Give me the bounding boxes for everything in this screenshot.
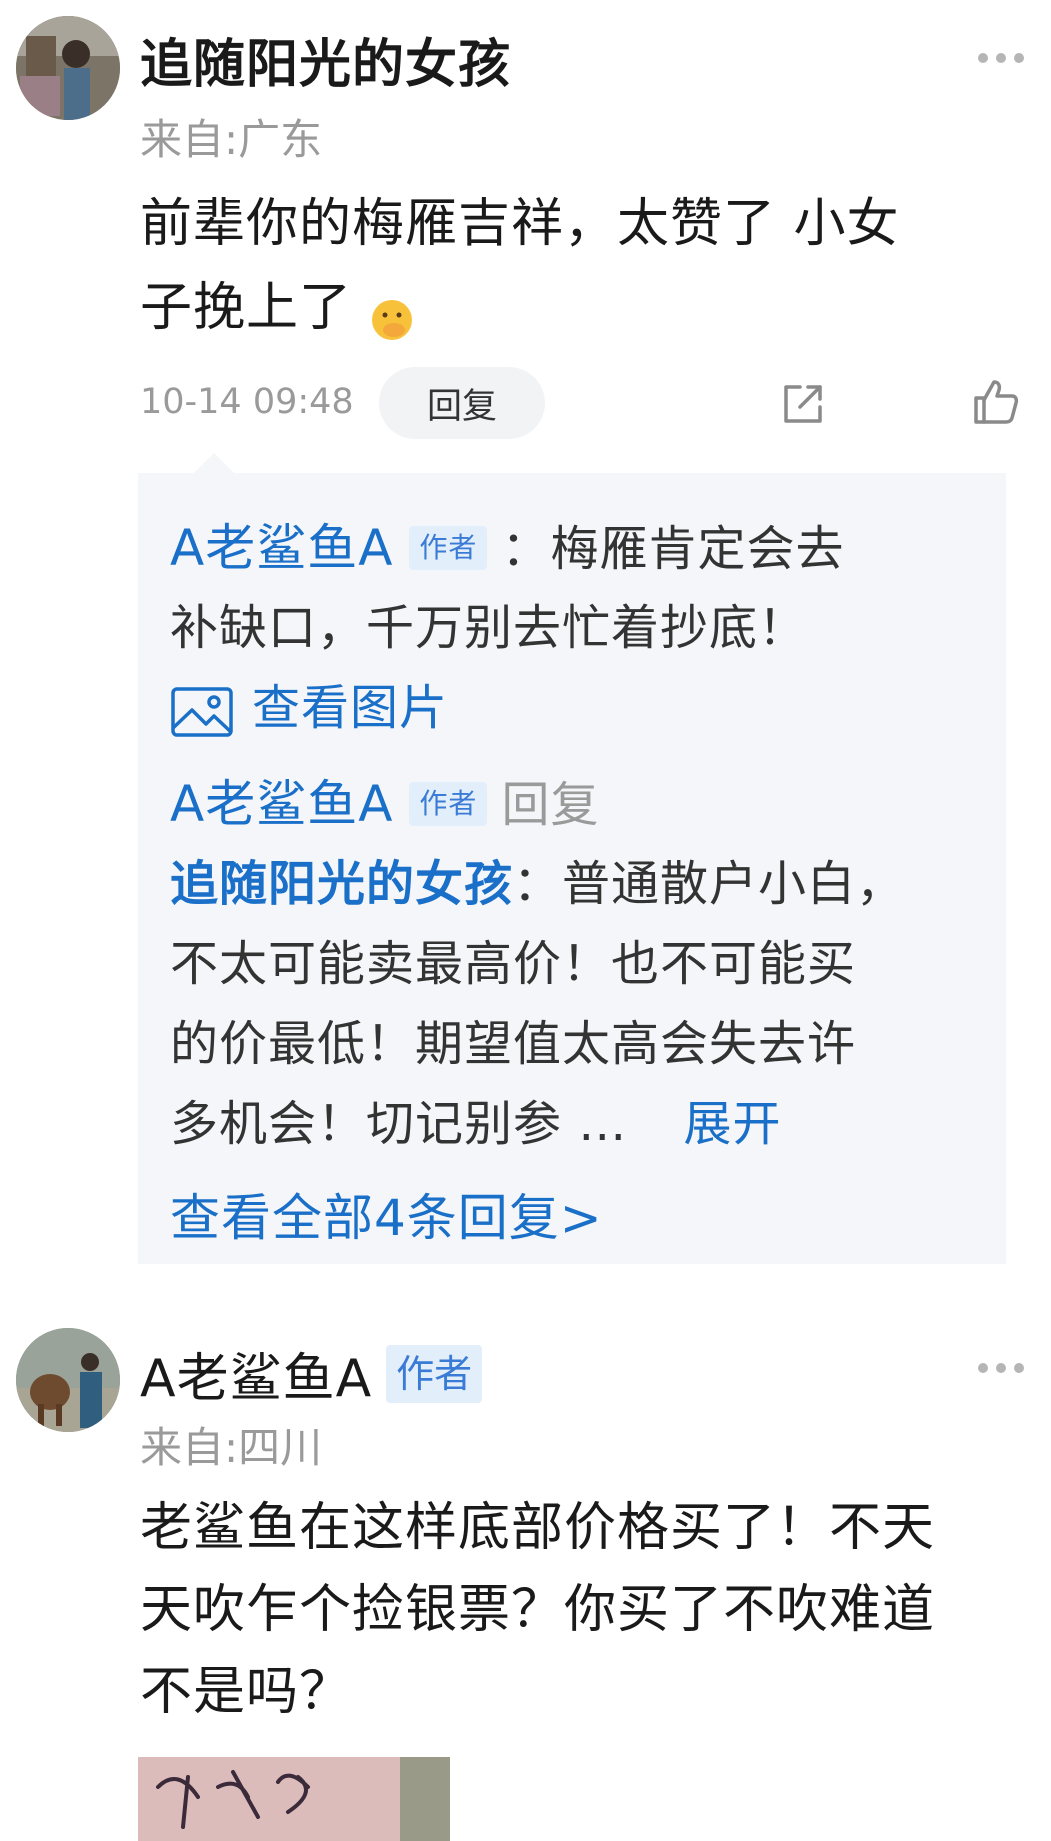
view-image-label: 查看图片	[252, 680, 449, 736]
reply-text-line: 追随阳光的女孩：普通散户小白，	[170, 844, 905, 924]
reply-author[interactable]: A老鲨鱼A	[170, 519, 393, 577]
like-icon[interactable]	[972, 378, 1020, 426]
reply-word: 回复	[501, 777, 600, 833]
timestamp: 10-14 09:48	[140, 382, 354, 422]
more-icon[interactable]	[978, 52, 1024, 64]
author-tag: 作者	[386, 1344, 483, 1403]
more-icon[interactable]	[978, 1362, 1024, 1374]
comment-text-line: 天吹乍个捡银票？你买了不吹难道	[140, 1580, 936, 1640]
comment-text-line: 前辈你的梅雁吉祥，太赞了 小女	[140, 194, 900, 254]
location-label: 来自:四川	[140, 1423, 323, 1472]
reply-text: ：梅雁肯定会去	[501, 521, 845, 577]
username-row: A老鲨鱼A 作者	[140, 1336, 483, 1411]
reply-text-line: 多机会！切记别参 … 展开	[170, 1084, 782, 1164]
username[interactable]: A老鲨鱼A	[140, 1336, 372, 1411]
reply-text: 多机会！切记别参 …	[170, 1096, 628, 1152]
avatar[interactable]	[16, 1328, 120, 1432]
reply-target-user[interactable]: 追随阳光的女孩	[170, 856, 513, 912]
comment-text-line: 子挽上了	[140, 266, 414, 350]
reply-author[interactable]: A老鲨鱼A	[170, 775, 393, 833]
comment-text-line: 老鲨鱼在这样底部价格买了！不天	[140, 1498, 936, 1558]
reply-text-line: 的价最低！期望值太高会失去许	[170, 1016, 857, 1072]
share-icon[interactable]	[780, 381, 826, 427]
view-all-replies-link[interactable]: 查看全部4条回复>	[170, 1178, 603, 1258]
comment-text-line-2: 子挽上了	[140, 278, 353, 338]
image-icon	[170, 682, 234, 737]
reply-text: ：普通散户小白，	[513, 856, 906, 912]
handwriting-photo	[138, 1757, 450, 1841]
avatar-image	[16, 16, 120, 120]
reply-text-line: 不太可能卖最高价！也不可能买	[170, 936, 857, 992]
reply-button[interactable]: 回复	[379, 367, 545, 439]
location-label: 来自:广东	[140, 115, 323, 164]
reply-item[interactable]: A老鲨鱼A 作者 ：梅雁肯定会去	[170, 508, 844, 589]
author-tag: 作者	[409, 782, 488, 826]
author-tag: 作者	[409, 526, 488, 570]
reply-text-line: 补缺口，千万别去忙着抄底！	[170, 600, 808, 656]
comment-image[interactable]	[138, 1757, 450, 1841]
expand-link[interactable]: 展开	[684, 1096, 782, 1152]
avatar-image	[16, 1328, 120, 1432]
reply-item[interactable]: A老鲨鱼A 作者 回复	[170, 764, 599, 845]
comment-text-line: 不是吗？	[140, 1662, 353, 1722]
emoji-covering-mouth-icon	[370, 283, 414, 340]
avatar[interactable]	[16, 16, 120, 120]
reply-box-pointer	[194, 453, 234, 473]
view-image-link[interactable]: 查看图片	[170, 668, 448, 748]
username[interactable]: 追随阳光的女孩	[140, 22, 511, 97]
